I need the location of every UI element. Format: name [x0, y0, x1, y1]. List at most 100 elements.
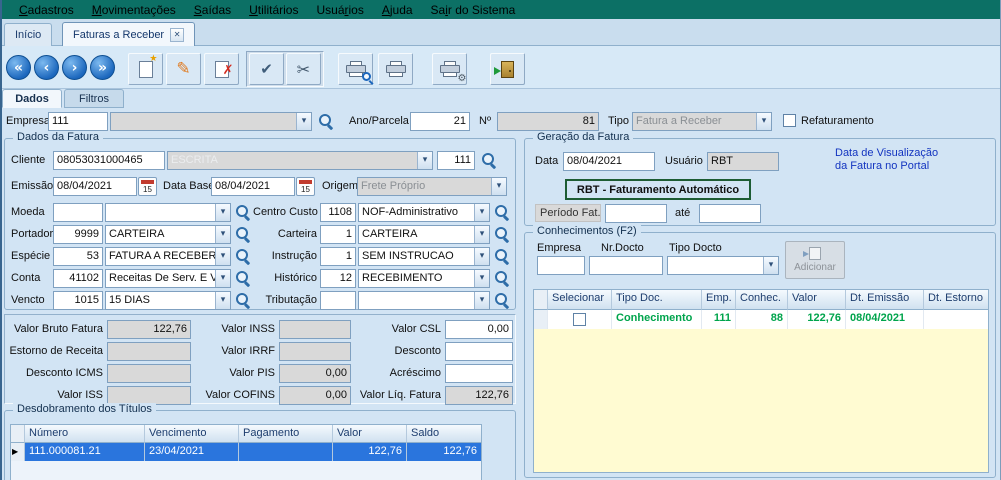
carteira-combo[interactable]: CARTEIRA	[358, 225, 490, 244]
historico-code-field[interactable]: 12	[320, 269, 356, 288]
chevron-down-icon[interactable]	[474, 226, 489, 243]
conhec-nr-docto-field[interactable]	[589, 256, 663, 275]
carteira-code-field[interactable]: 1	[320, 225, 356, 244]
periodo-ate-field[interactable]	[699, 204, 761, 223]
periodo-de-field[interactable]	[605, 204, 667, 223]
cliente-documento-field[interactable]: 08053031000465	[53, 151, 165, 170]
confirm-button[interactable]	[249, 53, 284, 85]
chevron-down-icon[interactable]	[474, 204, 489, 221]
nav-first-button[interactable]	[6, 55, 31, 80]
nav-previous-button[interactable]	[34, 55, 59, 80]
cliente-nome-combo[interactable]: ESCRITA	[167, 151, 433, 170]
tab-dados[interactable]: Dados	[2, 89, 62, 108]
centro-custo-search-icon[interactable]	[494, 204, 511, 221]
chevron-down-icon[interactable]	[215, 248, 230, 265]
nav-last-button[interactable]	[90, 55, 115, 80]
print-setup-button[interactable]	[432, 53, 467, 85]
acrescimo-field[interactable]	[445, 364, 513, 383]
chevron-down-icon[interactable]	[474, 292, 489, 309]
menu-cadastros[interactable]: Cadastros	[10, 1, 83, 19]
centro-custo-code-field[interactable]: 1108	[320, 203, 356, 222]
tab-inicio[interactable]: Início	[4, 23, 52, 46]
nav-next-button[interactable]	[62, 55, 87, 80]
vencto-search-icon[interactable]	[235, 292, 252, 309]
ano-parcela-field[interactable]: 21	[410, 112, 470, 131]
historico-search-icon[interactable]	[494, 270, 511, 287]
conhec-empresa-field[interactable]	[537, 256, 585, 275]
desconto-field[interactable]	[445, 342, 513, 361]
adicionar-button[interactable]: Adicionar	[785, 241, 845, 279]
empresa-code-field[interactable]: 111	[48, 112, 108, 131]
col-pagamento[interactable]: Pagamento	[239, 425, 333, 443]
chevron-down-icon[interactable]	[763, 257, 778, 274]
conta-search-icon[interactable]	[235, 270, 252, 287]
chevron-down-icon[interactable]	[474, 270, 489, 287]
instrucao-code-field[interactable]: 1	[320, 247, 356, 266]
data-base-calendar-icon[interactable]: 15	[296, 177, 315, 196]
col-conhec[interactable]: Conhec.	[736, 290, 788, 310]
instrucao-combo[interactable]: SEM INSTRUCAO	[358, 247, 490, 266]
col-numero[interactable]: Número	[25, 425, 145, 443]
col-tipo-doc[interactable]: Tipo Doc.	[612, 290, 702, 310]
menu-utilitarios[interactable]: Utilitários	[240, 1, 307, 19]
menu-sair-do-sistema[interactable]: Sair do Sistema	[422, 1, 525, 19]
portador-code-field[interactable]: 9999	[53, 225, 103, 244]
col-emp[interactable]: Emp.	[702, 290, 736, 310]
portador-combo[interactable]: CARTEIRA	[105, 225, 231, 244]
instrucao-search-icon[interactable]	[494, 248, 511, 265]
chevron-down-icon[interactable]	[215, 292, 230, 309]
chevron-down-icon[interactable]	[296, 113, 311, 130]
edit-button[interactable]	[166, 53, 201, 85]
cancel-button[interactable]	[286, 53, 321, 85]
moeda-combo[interactable]	[105, 203, 231, 222]
refaturamento-checkbox[interactable]	[783, 114, 796, 127]
vencto-code-field[interactable]: 1015	[53, 291, 103, 310]
col-dt-estorno[interactable]: Dt. Estorno	[924, 290, 989, 310]
tab-close-icon[interactable]	[170, 28, 184, 42]
data-base-field[interactable]: 08/04/2021	[211, 177, 295, 196]
titulo-row[interactable]: 111.000081.21 23/04/2021 122,76 122,76	[11, 443, 481, 461]
selecionar-checkbox[interactable]	[573, 313, 586, 326]
tributacao-code-field[interactable]	[320, 291, 356, 310]
tab-faturas-a-receber[interactable]: Faturas a Receber	[62, 22, 195, 46]
new-record-button[interactable]	[128, 53, 163, 85]
chevron-down-icon[interactable]	[417, 152, 432, 169]
col-saldo[interactable]: Saldo	[407, 425, 481, 443]
conhecimento-row[interactable]: Conhecimento 111 88 122,76 08/04/2021	[534, 310, 988, 329]
print-preview-button[interactable]	[338, 53, 373, 85]
col-valor[interactable]: Valor	[333, 425, 407, 443]
especie-combo[interactable]: FATURA A RECEBER	[105, 247, 231, 266]
moeda-search-icon[interactable]	[235, 204, 252, 221]
chevron-down-icon[interactable]	[474, 248, 489, 265]
menu-saidas[interactable]: Saídas	[185, 1, 240, 19]
chevron-down-icon[interactable]	[215, 204, 230, 221]
print-button[interactable]	[378, 53, 413, 85]
carteira-search-icon[interactable]	[494, 226, 511, 243]
centro-custo-combo[interactable]: NOF-Administrativo	[358, 203, 490, 222]
conhec-tipo-docto-combo[interactable]	[667, 256, 779, 275]
tributacao-combo[interactable]	[358, 291, 490, 310]
vencto-combo[interactable]: 15 DIAS	[105, 291, 231, 310]
col-valor[interactable]: Valor	[788, 290, 846, 310]
valor-csl-field[interactable]: 0,00	[445, 320, 513, 339]
especie-search-icon[interactable]	[235, 248, 252, 265]
cliente-search-icon[interactable]	[481, 152, 498, 169]
chevron-down-icon[interactable]	[215, 270, 230, 287]
col-vencimento[interactable]: Vencimento	[145, 425, 239, 443]
menu-movimentacoes[interactable]: Movimentações	[83, 1, 185, 19]
emissao-calendar-icon[interactable]: 15	[138, 177, 157, 196]
tab-filtros[interactable]: Filtros	[64, 89, 124, 108]
conta-code-field[interactable]: 41102	[53, 269, 103, 288]
moeda-code-field[interactable]	[53, 203, 103, 222]
data-field[interactable]: 08/04/2021	[563, 152, 655, 171]
menu-ajuda[interactable]: Ajuda	[373, 1, 422, 19]
delete-button[interactable]	[204, 53, 239, 85]
emissao-field[interactable]: 08/04/2021	[53, 177, 137, 196]
exit-button[interactable]	[490, 53, 525, 85]
portador-search-icon[interactable]	[235, 226, 252, 243]
cliente-codigo-field[interactable]: 111	[437, 151, 475, 170]
empresa-search-icon[interactable]	[318, 113, 335, 130]
chevron-down-icon[interactable]	[215, 226, 230, 243]
conta-combo[interactable]: Receitas De Serv. E Vend	[105, 269, 231, 288]
empresa-name-combo[interactable]	[110, 112, 312, 131]
